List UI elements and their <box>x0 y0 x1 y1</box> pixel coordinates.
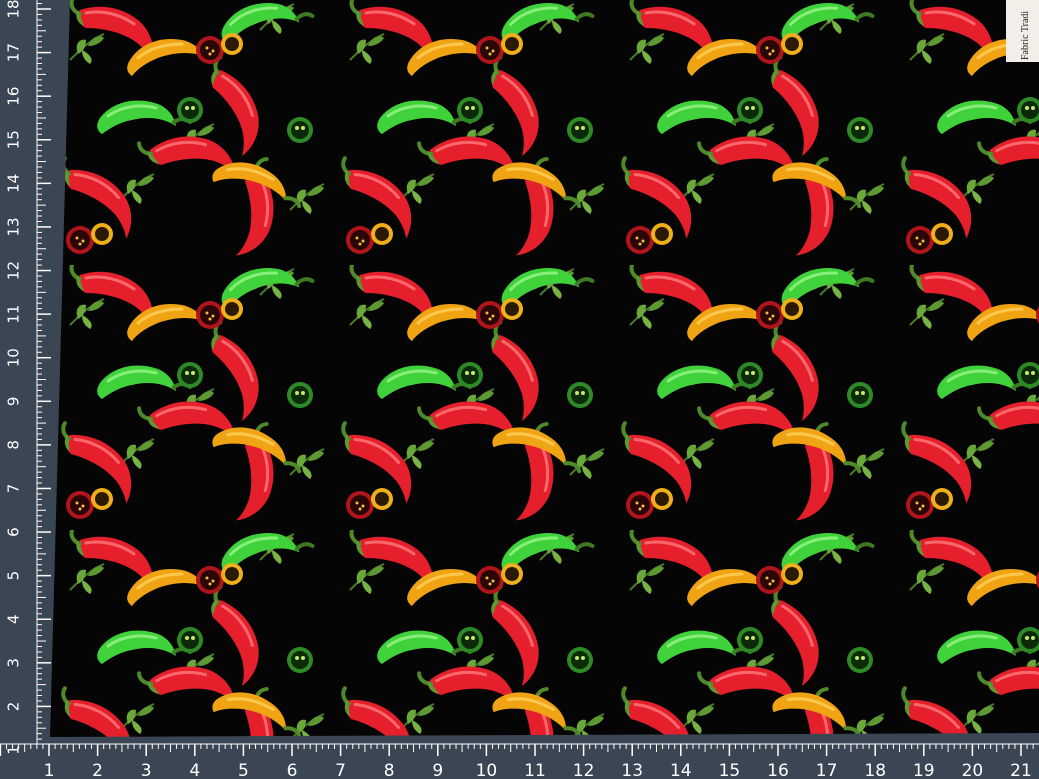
left-ruler-number: 4 <box>5 614 23 624</box>
bottom-ruler-number: 11 <box>524 761 546 779</box>
bottom-ruler-number: 3 <box>141 761 152 779</box>
left-ruler-number: 1 <box>5 745 23 755</box>
bottom-ruler-number: 1 <box>44 761 55 779</box>
left-ruler-number: 12 <box>5 261 23 280</box>
bottom-ruler-number: 10 <box>476 761 498 779</box>
bottom-ruler-number: 18 <box>864 761 886 779</box>
bottom-ruler-number: 21 <box>1010 761 1032 779</box>
bottom-ruler-number: 7 <box>335 761 346 779</box>
bottom-ruler-number: 2 <box>92 761 103 779</box>
bottom-ruler-number: 13 <box>621 761 643 779</box>
bottom-ruler-number: 20 <box>962 761 984 779</box>
bottom-ruler-number: 14 <box>670 761 692 779</box>
bottom-ruler-number: 4 <box>189 761 200 779</box>
left-ruler-number: 18 <box>5 0 23 19</box>
bottom-ruler-number: 12 <box>573 761 595 779</box>
left-ruler-number: 15 <box>5 130 23 149</box>
left-ruler-number: 5 <box>5 571 23 581</box>
left-ruler-number: 11 <box>5 305 23 324</box>
left-ruler-number: 2 <box>5 702 23 712</box>
bottom-ruler-number: 15 <box>719 761 741 779</box>
left-ruler-number: 7 <box>5 484 23 494</box>
bottom-ruler-number: 6 <box>287 761 298 779</box>
fabric <box>50 0 1039 737</box>
left-ruler-number: 8 <box>5 440 23 450</box>
left-ruler-number: 3 <box>5 658 23 668</box>
bottom-ruler-number: 8 <box>384 761 395 779</box>
fabric-photo: Fabric Tradi 181716151413121110987654321… <box>0 0 1039 779</box>
selvage-tag: Fabric Tradi <box>1006 0 1039 62</box>
left-ruler-number: 14 <box>5 174 23 193</box>
left-ruler-number: 17 <box>5 43 23 62</box>
bottom-ruler-number: 9 <box>432 761 443 779</box>
bottom-ruler-number: 17 <box>816 761 838 779</box>
bottom-ruler-number: 19 <box>913 761 935 779</box>
bottom-ruler-number: 5 <box>238 761 249 779</box>
left-ruler-number: 6 <box>5 527 23 537</box>
left-ruler-number: 9 <box>5 397 23 407</box>
left-ruler-number: 10 <box>5 348 23 367</box>
bottom-ruler-number: 16 <box>767 761 789 779</box>
left-ruler-number: 16 <box>5 87 23 106</box>
left-ruler-number: 13 <box>5 217 23 236</box>
selvage-tag-text: Fabric Tradi <box>1020 11 1031 60</box>
